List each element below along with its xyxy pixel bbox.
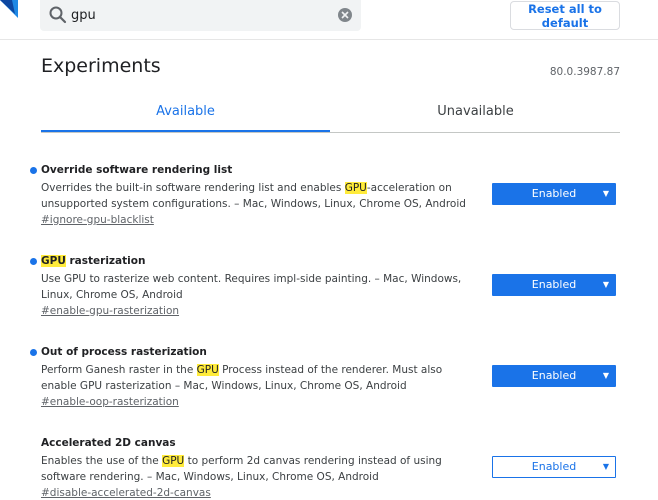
experiment-title: Out of process rasterization: [41, 346, 207, 358]
experiment-title: Accelerated 2D canvas: [41, 437, 176, 449]
modified-dot-icon: [30, 167, 37, 174]
version-label: 80.0.3987.87: [549, 66, 620, 78]
dropdown-caret-icon: ▼: [602, 189, 609, 198]
dropdown-caret-icon: ▼: [602, 371, 609, 380]
experiment-state-select[interactable]: Enabled ▼: [492, 456, 616, 478]
experiment-permalink[interactable]: #ignore-gpu-blacklist: [41, 213, 154, 227]
app-logo-icon: [0, 0, 18, 18]
tab-available[interactable]: Available: [41, 95, 330, 132]
modified-dot-icon: [30, 258, 37, 265]
top-bar: Reset all to default: [0, 0, 658, 40]
search-box: [40, 0, 361, 31]
experiment-description: Perform Ganesh raster in the GPU Process…: [41, 364, 443, 392]
experiment-description: Use GPU to rasterize web content. Requir…: [41, 273, 462, 301]
active-tab-indicator: [41, 130, 330, 132]
experiment-description: Overrides the built-in software renderin…: [41, 182, 466, 210]
search-highlight: GPU: [196, 364, 219, 376]
search-highlight: GPU: [162, 455, 185, 467]
experiment-permalink[interactable]: #disable-accelerated-2d-canvas: [41, 486, 211, 500]
tab-bar: Available Unavailable: [41, 95, 620, 133]
experiment-title: Override software rendering list: [41, 164, 233, 176]
experiment-state-select[interactable]: Enabled ▼: [492, 183, 616, 205]
page-title: Experiments: [41, 55, 161, 77]
experiment-state-select[interactable]: Enabled ▼: [492, 365, 616, 387]
experiment-permalink[interactable]: #enable-gpu-rasterization: [41, 304, 179, 318]
reset-all-button[interactable]: Reset all to default: [510, 1, 620, 30]
experiment-permalink[interactable]: #enable-oop-rasterization: [41, 395, 179, 409]
search-highlight: GPU: [41, 255, 66, 267]
search-highlight: GPU: [344, 182, 367, 194]
experiment-description: Enables the use of the GPU to perform 2d…: [41, 455, 442, 483]
experiment-title: GPU rasterization: [41, 255, 146, 267]
clear-search-icon[interactable]: [337, 7, 353, 23]
dropdown-caret-icon: ▼: [602, 280, 609, 289]
tab-unavailable[interactable]: Unavailable: [331, 95, 620, 132]
modified-dot-icon: [30, 349, 37, 356]
search-icon: [49, 6, 67, 24]
dropdown-caret-icon: ▼: [602, 462, 609, 471]
experiment-state-select[interactable]: Enabled ▼: [492, 274, 616, 296]
search-input[interactable]: [71, 5, 331, 25]
